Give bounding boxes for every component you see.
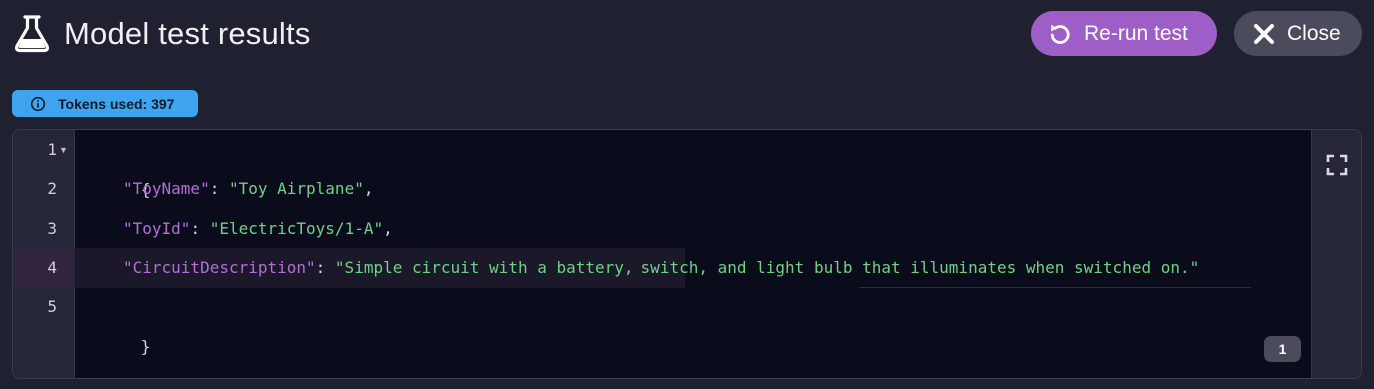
- json-key: "ToyId": [123, 219, 191, 238]
- json-string-value-continued: switch, and light bulb that illuminates …: [640, 258, 1200, 277]
- line-number: 2: [47, 179, 57, 198]
- json-editor[interactable]: 1 ▼ 2 3 4 5 { "ToyName": "Toy Airplane",…: [12, 129, 1362, 379]
- line-number: 1: [47, 140, 57, 159]
- editor-side-panel: [1311, 130, 1361, 378]
- json-comma: ,: [363, 179, 374, 198]
- header: Model test results Re-run test Close: [0, 0, 1374, 72]
- line-number: 5: [47, 297, 57, 316]
- tokens-used-badge: Tokens used: 397: [12, 90, 198, 117]
- code-line-5: }: [83, 287, 151, 356]
- rerun-test-button[interactable]: Re-run test: [1031, 11, 1217, 56]
- json-key: "ToyName": [123, 179, 210, 198]
- close-icon: [1254, 23, 1274, 44]
- info-icon: [30, 96, 46, 111]
- page-title: Model test results: [64, 16, 311, 51]
- line-number: 4: [47, 258, 57, 277]
- json-string-value: "Simple circuit with a battery,: [334, 258, 634, 277]
- close-button[interactable]: Close: [1234, 11, 1362, 56]
- rotate-ccw-icon: [1050, 24, 1070, 44]
- json-brace-close: }: [140, 337, 151, 356]
- json-separator: :: [209, 179, 229, 198]
- line-number: 3: [47, 219, 57, 238]
- json-string-value: "ElectricToys/1-A": [209, 219, 384, 238]
- json-separator: :: [190, 219, 210, 238]
- json-comma: ,: [383, 219, 393, 238]
- result-count-badge: 1: [1264, 336, 1301, 362]
- json-key: "CircuitDescription": [123, 258, 316, 277]
- fullscreen-icon[interactable]: [1326, 154, 1348, 176]
- line-number-gutter: 1 ▼ 2 3 4 5: [13, 130, 75, 378]
- flask-icon: [15, 15, 49, 53]
- code-line-4: "CircuitDescription": "Simple circuit wi…: [83, 248, 1199, 288]
- json-string-value: "Toy Airplane": [228, 179, 364, 198]
- rerun-test-label: Re-run test: [1084, 21, 1188, 45]
- code-area[interactable]: { "ToyName": "Toy Airplane", "ToyId": "E…: [75, 130, 1311, 378]
- code-line-1: {: [83, 130, 151, 199]
- fold-toggle-icon[interactable]: ▼: [59, 130, 68, 170]
- close-label: Close: [1287, 21, 1341, 45]
- code-line-3: "ToyId": "ElectricToys/1-A",: [83, 209, 393, 249]
- tokens-used-label: Tokens used: 397: [58, 95, 175, 112]
- code-line-2: "ToyName": "Toy Airplane",: [83, 169, 373, 209]
- json-separator: :: [315, 258, 335, 277]
